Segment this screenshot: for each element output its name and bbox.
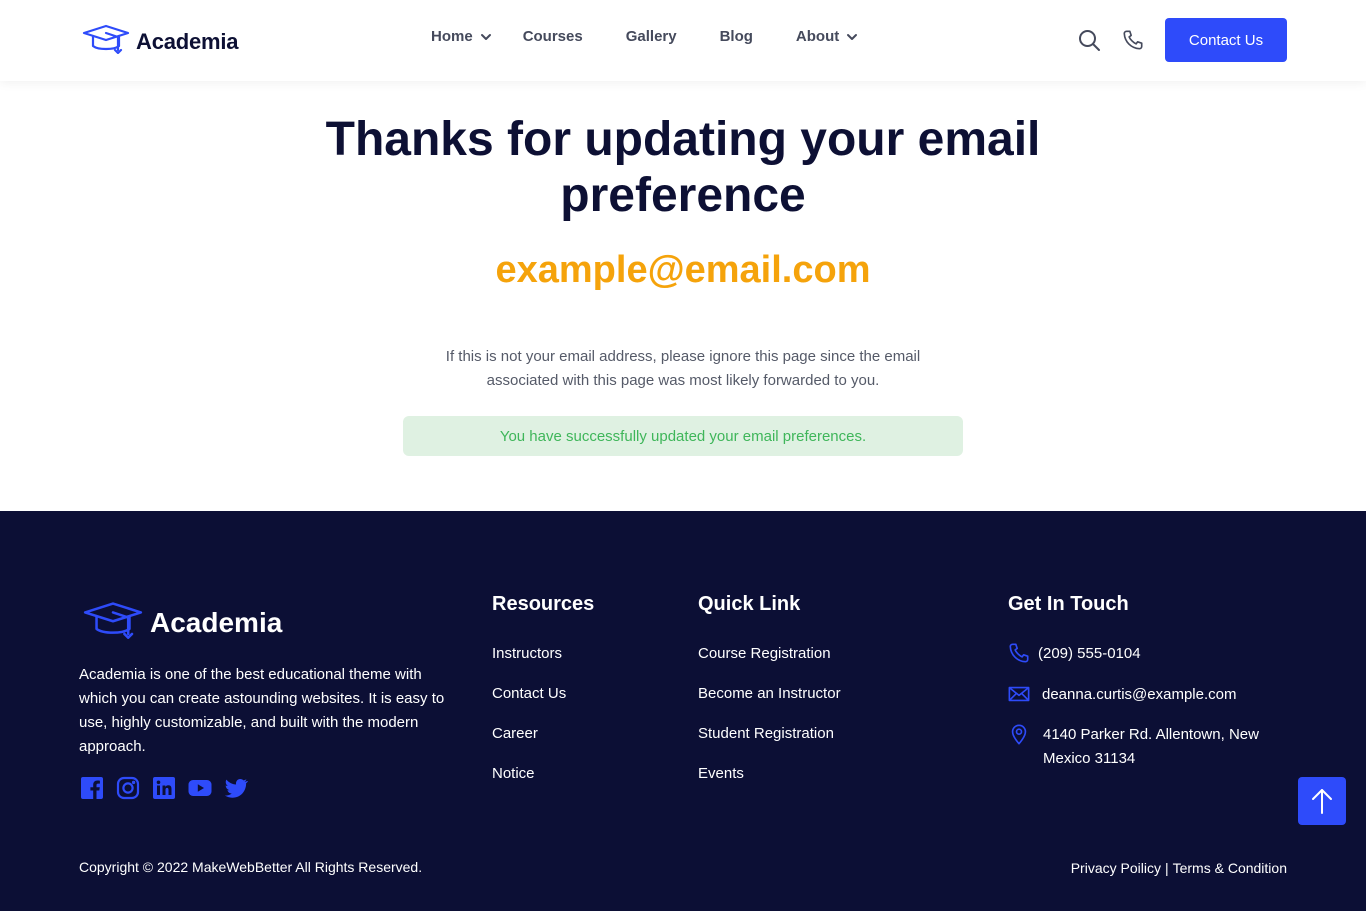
nav-item-label: Home [431,28,473,45]
contact-phone[interactable]: (209) 555-0104 [1008,642,1141,666]
terms-link[interactable]: Terms & Condition [1173,860,1287,876]
nav-item-label: Gallery [625,28,677,45]
get-in-touch-title: Get In Touch [1008,593,1129,615]
footer-link-course-registration[interactable]: Course Registration [698,644,841,684]
mail-icon [1008,686,1030,702]
contact-us-button[interactable]: Contact Us [1165,18,1287,62]
footer-brand-name: Academia [150,606,283,638]
success-message: You have successfully updated your email… [499,427,867,445]
legal-links: Privacy Poilicy | Terms & Condition [1071,860,1287,876]
success-alert: You have successfully updated your email… [403,416,963,456]
email-address: example@email.com [495,249,871,291]
privacy-policy-link[interactable]: Privacy Poilicy [1071,860,1161,876]
twitter-icon[interactable] [224,776,248,800]
facebook-icon[interactable] [80,776,104,800]
resources-links: Instructors Contact Us Career Notice [492,644,566,804]
footer-link-student-registration[interactable]: Student Registration [698,724,841,764]
nav-item-courses[interactable]: Courses [523,28,583,45]
contact-email[interactable]: deanna.curtis@example.com [1008,683,1237,707]
arrow-up-icon [1312,789,1332,814]
contact-email-text: deanna.curtis@example.com [1042,686,1237,703]
brand-name: Academia [136,28,239,54]
quick-link-title: Quick Link [698,593,801,615]
legal-separator: | [1164,860,1169,876]
site-footer: Academia Academia is one of the best edu… [0,511,1366,911]
search-icon[interactable] [1077,28,1101,52]
nav-item-label: Courses [522,28,583,45]
chevron-down-icon [847,33,858,40]
footer-link-contact-us[interactable]: Contact Us [492,684,566,724]
scroll-to-top-button[interactable] [1298,777,1346,825]
graduation-cap-icon [82,24,130,59]
graduation-cap-icon [82,601,144,644]
footer-link-notice[interactable]: Notice [492,764,566,804]
location-pin-icon [1011,724,1027,745]
nav-item-label: Blog [719,28,753,45]
contact-address-text: 4140 Parker Rd. Allentown, New Mexico 31… [1043,726,1259,767]
instagram-icon[interactable] [116,776,140,800]
footer-link-instructors[interactable]: Instructors [492,644,566,684]
nav-item-about[interactable]: About [796,28,858,45]
contact-address: 4140 Parker Rd. Allentown, New Mexico 31… [1008,723,1288,771]
chevron-down-icon [480,33,491,40]
linkedin-icon[interactable] [152,776,176,800]
nav-item-label: About [795,28,840,45]
page-title: Thanks for updating your email preferenc… [325,113,1041,222]
social-links [80,776,260,800]
footer-link-become-instructor[interactable]: Become an Instructor [698,684,841,724]
contact-phone-text: (209) 555-0104 [1038,645,1141,662]
footer-link-career[interactable]: Career [492,724,566,764]
main-content: Thanks for updating your email preferenc… [0,81,1366,511]
copyright-text: Copyright © 2022 MakeWebBetter All Right… [79,859,423,875]
footer-description: Academia is one of the best educational … [79,666,445,755]
site-header: Academia Home Courses Gallery Blog About… [0,0,1366,81]
youtube-icon[interactable] [188,776,212,800]
quick-links: Course Registration Become an Instructor… [698,644,841,804]
nav-item-home[interactable]: Home [431,28,492,45]
nav-item-gallery[interactable]: Gallery [626,28,677,45]
notice-text: If this is not your email address, pleas… [445,348,921,389]
main-nav: Home Courses Gallery Blog About [431,28,858,45]
phone-icon[interactable] [1122,29,1144,51]
nav-item-blog[interactable]: Blog [720,28,753,45]
footer-brand-logo[interactable]: Academia [82,601,282,644]
footer-link-events[interactable]: Events [698,764,841,804]
brand-logo[interactable]: Academia [82,24,239,59]
phone-icon [1009,643,1029,663]
resources-title: Resources [492,593,595,615]
